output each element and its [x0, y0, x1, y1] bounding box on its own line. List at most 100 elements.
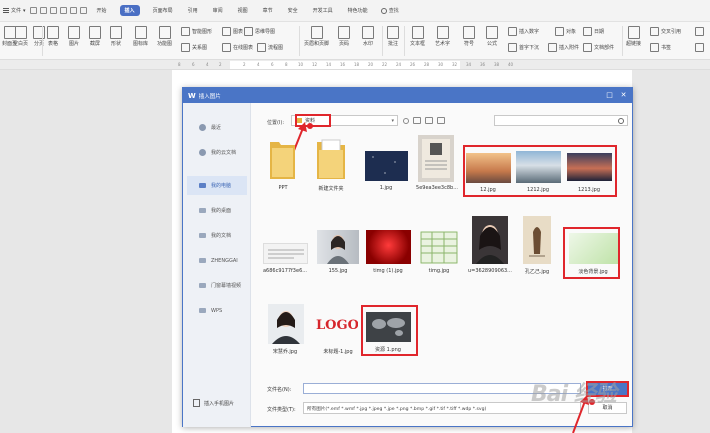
picture-button[interactable]: 图片	[68, 26, 80, 47]
hamburger-icon	[3, 10, 9, 11]
page-number-button[interactable]: 页码	[338, 26, 350, 47]
quick-access-toolbar	[29, 7, 87, 14]
image-thumbnail[interactable]	[523, 216, 551, 264]
ribbon-search[interactable]: 查找	[380, 7, 399, 14]
image-thumbnail[interactable]: LOGO	[316, 318, 358, 334]
screenshot-button[interactable]: 截屏	[89, 26, 101, 47]
redo-icon[interactable]	[79, 7, 87, 14]
clock-icon	[199, 124, 206, 131]
textbox-button[interactable]: 文本框	[410, 26, 425, 47]
sidebar-item-recent[interactable]: 最近	[187, 118, 247, 137]
object-button[interactable]: 对象	[555, 27, 576, 36]
image-thumbnail[interactable]	[418, 135, 454, 182]
more-tools-button-2[interactable]	[695, 43, 704, 52]
up-folder-icon[interactable]	[413, 117, 421, 124]
tab-page-layout[interactable]: 页面布局	[151, 6, 175, 15]
print-icon[interactable]	[49, 7, 57, 14]
tab-references[interactable]: 引用	[186, 6, 200, 15]
file-search-input[interactable]	[494, 115, 628, 126]
close-icon[interactable]: ✕	[620, 92, 627, 99]
cloud-icon	[199, 149, 206, 156]
icon-library-button[interactable]: 图标库	[133, 26, 148, 47]
tab-view[interactable]: 视图	[236, 6, 250, 15]
chart-button[interactable]: 图表	[222, 27, 243, 36]
ruler-mark: 18	[354, 62, 360, 67]
preview-icon[interactable]	[59, 7, 67, 14]
sidebar-item-wps[interactable]: WPS	[187, 301, 247, 320]
textbox-label: 文本框	[410, 41, 426, 47]
image-thumbnail[interactable]	[472, 216, 508, 264]
sidebar-item-desktop[interactable]: 我的桌面	[187, 201, 247, 220]
more-tools-button[interactable]	[695, 27, 704, 36]
page-break-button[interactable]: 分页	[33, 26, 45, 47]
tab-section[interactable]: 章节	[261, 6, 275, 15]
shape-button[interactable]: 形状	[110, 26, 122, 47]
maximize-icon[interactable]: □	[606, 92, 613, 99]
tab-review[interactable]: 审阅	[211, 6, 225, 15]
function-chart-button[interactable]: 功能图	[157, 26, 172, 47]
art-text-button[interactable]: 艺术字	[435, 26, 450, 47]
ruler-mark: 32	[452, 62, 458, 67]
image-thumbnail[interactable]	[317, 230, 359, 264]
formula-button[interactable]: 公式	[486, 26, 498, 47]
image-thumbnail[interactable]	[366, 230, 411, 264]
image-thumbnail[interactable]	[420, 231, 458, 264]
table-button[interactable]: 表格	[47, 26, 59, 47]
folder-icon	[199, 308, 206, 313]
tab-home[interactable]: 开始	[95, 6, 109, 15]
tab-developer[interactable]: 开发工具	[311, 6, 335, 15]
image-thumbnail[interactable]	[268, 304, 304, 344]
new-folder-icon[interactable]	[425, 117, 433, 124]
watermark-button[interactable]: 水印	[362, 26, 374, 47]
hyperlink-button[interactable]: 超链接	[626, 26, 641, 47]
ruler[interactable]: 8 6 4 2 2 4 6 8 10 12 14 16 18 20 22 24 …	[0, 60, 710, 70]
sidebar-item-my-computer[interactable]: 我的电脑	[187, 176, 247, 195]
ruler-mark: 24	[396, 62, 402, 67]
symbol-button[interactable]: 符号	[463, 26, 475, 47]
shape-icon	[110, 26, 122, 39]
toolbar-divider	[42, 26, 43, 56]
view-mode-icon[interactable]	[437, 117, 445, 124]
doc-parts-button[interactable]: 文档部件	[583, 43, 614, 52]
folder-thumbnail[interactable]	[268, 136, 297, 181]
date-button[interactable]: 日期	[583, 27, 604, 36]
mind-map-button[interactable]: 思维导图	[244, 27, 275, 36]
portrait-image	[327, 235, 349, 264]
ruler-mark: 28	[424, 62, 430, 67]
location-tools	[403, 117, 445, 124]
drop-cap-button[interactable]: 首字下沉	[508, 43, 539, 52]
header-footer-button[interactable]: 页眉和页脚	[304, 26, 329, 47]
tab-security[interactable]: 安全	[286, 6, 300, 15]
tab-insert[interactable]: 插入	[119, 5, 140, 16]
bookmark-button[interactable]: 书签	[650, 43, 671, 52]
back-icon[interactable]	[403, 117, 409, 124]
sidebar-item-videos[interactable]: 门窗幕墙视频	[187, 276, 247, 295]
sidebar-item-cloud-docs[interactable]: 我的云文档	[187, 143, 247, 162]
flow-chart-button[interactable]: 流程图	[257, 43, 283, 52]
cross-reference-button[interactable]: 交叉引用	[650, 27, 681, 36]
folder-thumbnail[interactable]	[315, 136, 347, 181]
insert-phone-picture-button[interactable]: 插入手机图片	[193, 399, 234, 407]
image-thumbnail[interactable]	[365, 151, 408, 181]
relation-chart-icon	[181, 43, 190, 52]
save-icon[interactable]	[29, 7, 37, 14]
smart-shape-button[interactable]: 智能图形	[181, 27, 212, 36]
file-menu[interactable]: 文件 ▾	[3, 7, 26, 14]
cross-reference-label: 交叉引用	[661, 29, 682, 35]
sidebar-item-zhenggai[interactable]: ZHENGGAI	[187, 251, 247, 270]
export-icon[interactable]	[39, 7, 47, 14]
comment-button[interactable]: 批注	[387, 26, 399, 47]
attachment-button[interactable]: 插入附件	[548, 43, 579, 52]
sidebar-item-my-documents[interactable]: 我的文档	[187, 226, 247, 245]
tab-special[interactable]: 特色功能	[346, 6, 370, 15]
insert-number-button[interactable]: 插入数字	[508, 27, 539, 36]
blank-page-button[interactable]: 空白页	[13, 26, 28, 47]
relation-chart-button[interactable]: 关系图	[181, 43, 207, 52]
image-thumbnail[interactable]	[263, 243, 308, 264]
grid-icon	[695, 43, 704, 52]
search-icon	[618, 118, 624, 124]
undo-icon[interactable]	[69, 7, 77, 14]
online-chart-button[interactable]: 在线图表	[222, 43, 253, 52]
shape-label: 形状	[110, 41, 121, 47]
ruler-mark: 26	[410, 62, 416, 67]
